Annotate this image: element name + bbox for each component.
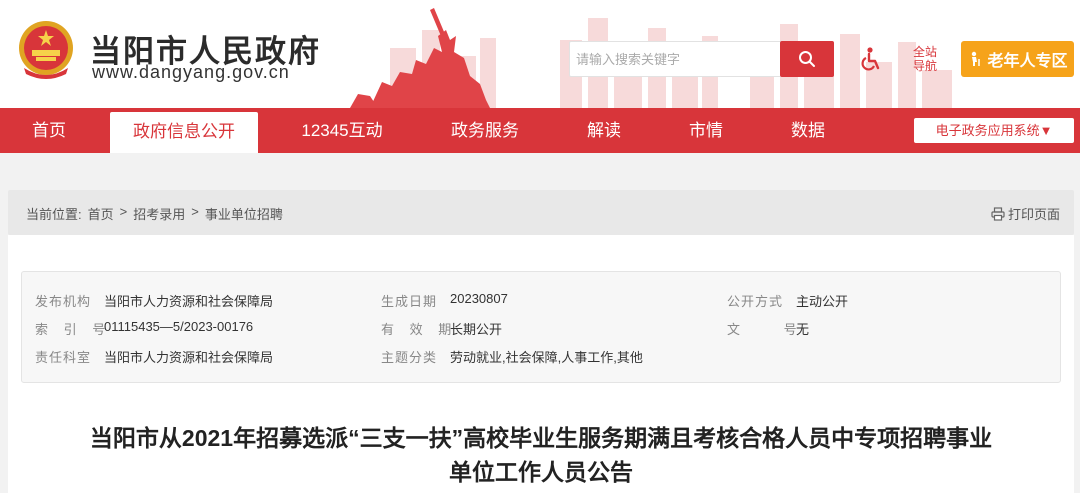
search-box [569, 41, 834, 77]
date-value: 20230807 [450, 291, 508, 306]
meta-row: 责任科室 当阳市人力资源和社会保障局 主题分类 劳动就业,社会保障,人事工作,其… [22, 347, 1062, 367]
meta-row: 索 引 号 01115435—5/2023-00176 有 效 期 长期公开 文… [22, 319, 1062, 339]
topic-value: 劳动就业,社会保障,人事工作,其他 [450, 350, 643, 365]
nav-item-12345[interactable]: 12345互动 [284, 108, 400, 153]
site-nav-line2: 导航 [912, 59, 937, 73]
publisher-label: 发布机构 [35, 294, 92, 309]
dept-label: 责任科室 [35, 350, 92, 365]
document-metadata: 发布机构 当阳市人力资源和社会保障局 生成日期 20230807 公开方式 主动… [21, 271, 1061, 383]
topic-label: 主题分类 [381, 350, 438, 365]
nav-item-city-info[interactable]: 市情 [676, 108, 736, 153]
nav-item-home[interactable]: 首页 [16, 108, 82, 153]
accessibility-icon[interactable] [858, 46, 884, 72]
elder-zone-button[interactable]: 老年人专区 [961, 41, 1074, 77]
nav-item-data[interactable]: 数据 [778, 108, 838, 153]
site-url: www.dangyang.gov.cn [92, 62, 290, 82]
publisher-value: 当阳市人力资源和社会保障局 [104, 294, 274, 309]
breadcrumb-label: 当前位置: [26, 207, 82, 222]
breadcrumb: 当前位置: 首页 > 招考录用 > 事业单位招聘 [26, 204, 283, 223]
elder-zone-label: 老年人专区 [987, 53, 1068, 70]
disclosure-label: 公开方式 [727, 294, 784, 309]
elder-icon [972, 51, 981, 66]
national-emblem-icon [19, 21, 73, 79]
print-label: 打印页面 [1007, 207, 1060, 222]
print-page-button[interactable]: 打印页面 [991, 204, 1060, 223]
index-value: 01115435—5/2023-00176 [104, 319, 254, 334]
search-button[interactable] [780, 41, 834, 77]
breadcrumb-sep: > [191, 204, 199, 219]
nav-item-services[interactable]: 政务服务 [440, 108, 530, 153]
meta-row: 发布机构 当阳市人力资源和社会保障局 生成日期 20230807 公开方式 主动… [22, 291, 1062, 311]
search-icon [799, 51, 815, 67]
article-title-line1: 当阳市从2021年招募选派“三支一扶”高校毕业生服务期满且考核合格人员中专项招聘… [89, 425, 993, 451]
breadcrumb-bar: 当前位置: 首页 > 招考录用 > 事业单位招聘 打印页面 [8, 190, 1074, 235]
printer-icon [991, 206, 1005, 221]
index-label: 索 引 号 [35, 322, 112, 337]
nav-item-interpret[interactable]: 解读 [574, 108, 634, 153]
breadcrumb-home[interactable]: 首页 [88, 204, 114, 223]
disclosure-value: 主动公开 [796, 294, 849, 309]
article-title: 当阳市从2021年招募选派“三支一扶”高校毕业生服务期满且考核合格人员中专项招聘… [8, 421, 1074, 489]
validity-value: 长期公开 [450, 322, 503, 337]
site-nav-line1: 全站 [912, 45, 937, 59]
docno-value: 无 [796, 322, 810, 337]
validity-label: 有 效 期 [381, 322, 458, 337]
dept-value: 当阳市人力资源和社会保障局 [104, 350, 274, 365]
breadcrumb-current[interactable]: 事业单位招聘 [205, 204, 283, 223]
breadcrumb-recruit[interactable]: 招考录用 [133, 204, 185, 223]
date-label: 生成日期 [381, 294, 438, 309]
egov-system-dropdown[interactable]: 电子政务应用系统▼ [914, 118, 1074, 143]
breadcrumb-sep: > [119, 204, 128, 219]
site-navigation-link[interactable]: 全站 导航 [910, 45, 940, 73]
site-header: 当阳市人民政府 www.dangyang.gov.cn 全站 导航 老年人专区 [0, 0, 1080, 108]
article-content: 发布机构 当阳市人力资源和社会保障局 生成日期 20230807 公开方式 主动… [8, 235, 1074, 493]
search-input[interactable] [570, 42, 780, 76]
nav-item-gov-info[interactable]: 政府信息公开 [110, 112, 258, 153]
article-title-line2: 单位工作人员公告 [449, 459, 633, 485]
